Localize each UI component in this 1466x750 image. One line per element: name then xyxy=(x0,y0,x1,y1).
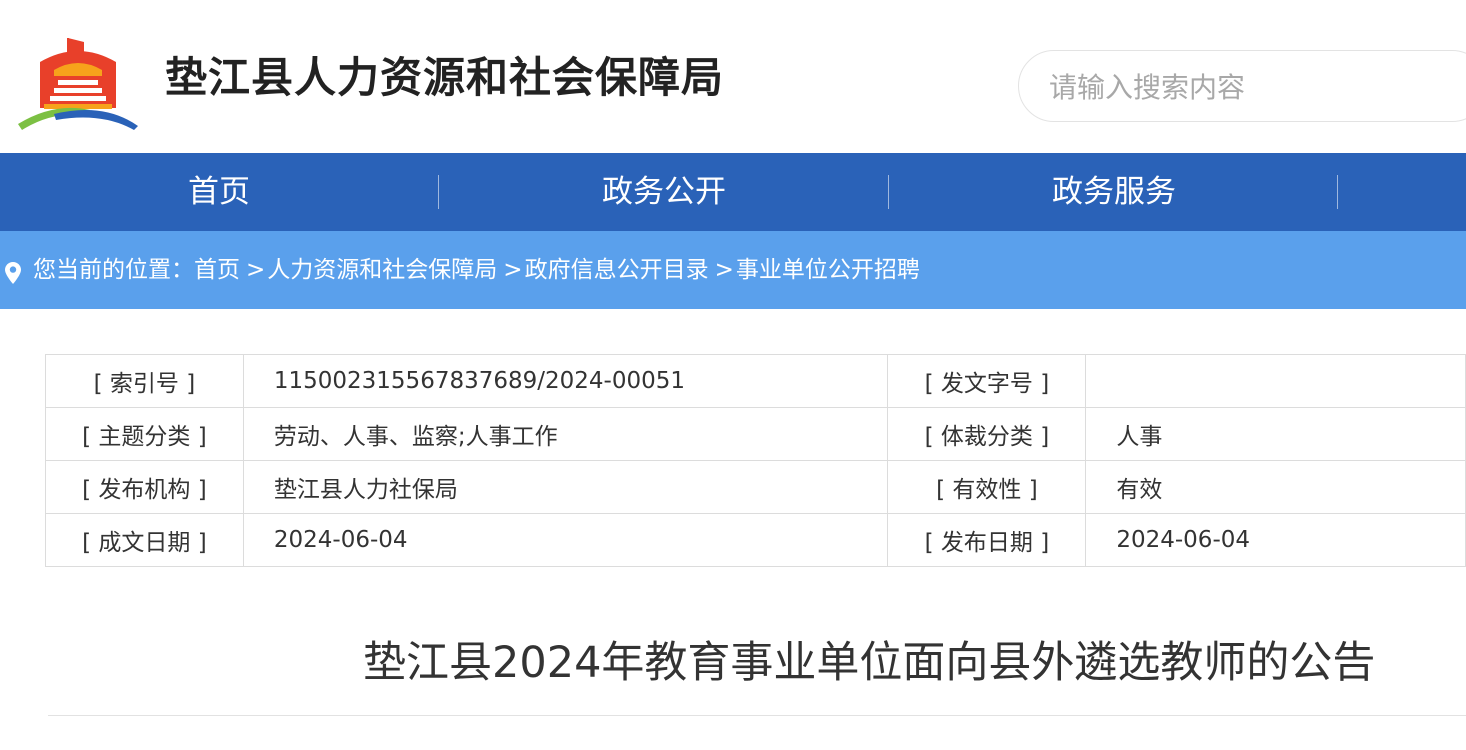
article-title: 垫江县2024年教育事业单位面向县外遴选教师的公告 xyxy=(363,638,1376,688)
nav-item-gov-services[interactable]: 政务服务 xyxy=(895,153,1333,231)
meta-label-written-date: [ 成文日期 ] xyxy=(45,513,244,567)
meta-label-publishing-agency: [ 发布机构 ] xyxy=(45,460,244,514)
location-pin-icon xyxy=(5,262,21,284)
nav-separator xyxy=(1337,175,1338,209)
document-metadata-table: [ 索引号 ] 115002315567837689/2024-00051 [ … xyxy=(45,354,1466,567)
site-title[interactable]: 垫江县人力资源和社会保障局 xyxy=(165,44,724,105)
meta-label-validity: [ 有效性 ] xyxy=(887,460,1087,514)
nav-item-home[interactable]: 首页 xyxy=(0,153,438,231)
meta-value-index-number: 115002315567837689/2024-00051 xyxy=(242,354,889,408)
breadcrumb-separator: > xyxy=(246,257,266,283)
meta-value-written-date: 2024-06-04 xyxy=(242,513,889,567)
header: 垫江县人力资源和社会保障局 xyxy=(0,0,1466,153)
meta-value-publish-date: 2024-06-04 xyxy=(1085,513,1466,567)
meta-label-topic-category: [ 主题分类 ] xyxy=(45,407,244,461)
table-row: [ 索引号 ] 115002315567837689/2024-00051 [ … xyxy=(45,354,1466,408)
meta-value-document-number xyxy=(1085,354,1466,408)
nav-item-gov-affairs-disclosure[interactable]: 政务公开 xyxy=(445,153,883,231)
breadcrumb: 您当前的位置：首页 >人力资源和社会保障局 >政府信息公开目录 >事业单位公开招聘 xyxy=(0,231,1466,309)
meta-label-document-number: [ 发文字号 ] xyxy=(887,354,1087,408)
meta-value-validity: 有效 xyxy=(1085,460,1466,514)
breadcrumb-prefix: 您当前的位置： xyxy=(33,257,194,283)
breadcrumb-link-bureau[interactable]: 人力资源和社会保障局 xyxy=(267,257,497,283)
meta-value-genre-category: 人事 xyxy=(1085,407,1466,461)
table-row: [ 主题分类 ] 劳动、人事、监察;人事工作 [ 体裁分类 ] 人事 xyxy=(45,407,1466,461)
title-divider xyxy=(48,715,1466,716)
search-input[interactable] xyxy=(1049,65,1466,109)
breadcrumb-separator: > xyxy=(714,257,734,283)
meta-value-publishing-agency: 垫江县人力社保局 xyxy=(242,460,889,514)
meta-label-index-number: [ 索引号 ] xyxy=(45,354,244,408)
nav-separator xyxy=(888,175,889,209)
breadcrumb-separator: > xyxy=(503,257,523,283)
meta-label-publish-date: [ 发布日期 ] xyxy=(887,513,1087,567)
breadcrumb-link-recruitment[interactable]: 事业单位公开招聘 xyxy=(736,257,920,283)
breadcrumb-trail: 您当前的位置：首页 >人力资源和社会保障局 >政府信息公开目录 >事业单位公开招聘 xyxy=(33,231,920,309)
meta-label-genre-category: [ 体裁分类 ] xyxy=(887,407,1087,461)
breadcrumb-link-info-catalog[interactable]: 政府信息公开目录 xyxy=(525,257,709,283)
search-box[interactable] xyxy=(1018,50,1466,122)
meta-value-topic-category: 劳动、人事、监察;人事工作 xyxy=(242,407,889,461)
nav-separator xyxy=(438,175,439,209)
site-logo-icon[interactable] xyxy=(14,36,142,132)
table-row: [ 发布机构 ] 垫江县人力社保局 [ 有效性 ] 有效 xyxy=(45,460,1466,514)
table-row: [ 成文日期 ] 2024-06-04 [ 发布日期 ] 2024-06-04 xyxy=(45,513,1466,567)
main-nav: 首页 政务公开 政务服务 xyxy=(0,153,1466,231)
breadcrumb-link-home[interactable]: 首页 xyxy=(194,257,240,283)
